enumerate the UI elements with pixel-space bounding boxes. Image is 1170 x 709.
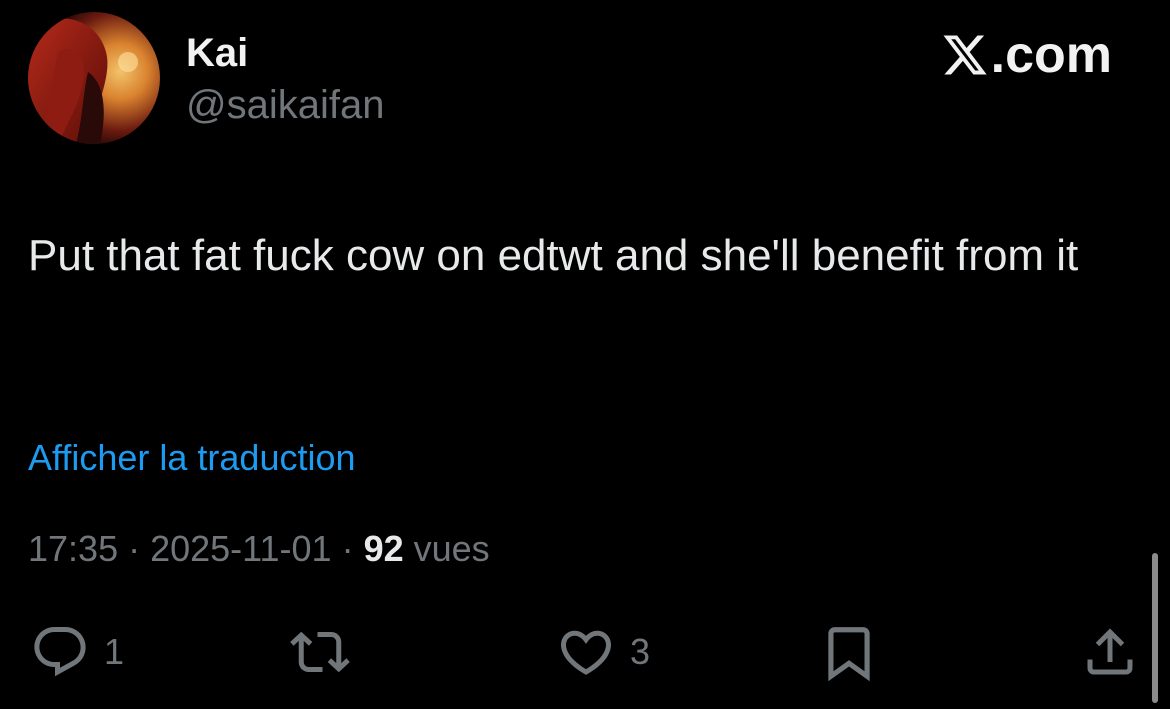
translate-link[interactable]: Afficher la traduction [28,436,356,480]
reply-count: 1 [104,631,125,672]
share-button[interactable] [1080,622,1140,682]
author-display-name[interactable]: Kai [186,30,248,76]
meta-separator: · [331,528,364,569]
reply-button[interactable]: 1 [30,622,124,682]
views-count: 92 [363,528,404,569]
like-button[interactable]: 3 [556,622,650,682]
author-handle[interactable]: @saikaifan [186,82,384,128]
retweet-button[interactable] [286,622,368,682]
x-logo-icon [943,35,987,75]
bookmark-icon [828,627,870,682]
scrollbar[interactable] [1152,553,1158,703]
tweet-time[interactable]: 17:35 [28,528,118,569]
retweet-icon [290,631,350,673]
heart-icon [560,630,612,675]
views-label: vues [403,528,490,569]
tweet-text: Put that fat fuck cow on edtwt and she'l… [28,231,1079,280]
tweet-meta: 17:35 · 2025-11-01 · 92 vues [28,527,490,571]
reply-icon [34,627,86,677]
brand-watermark: .com [941,26,1112,84]
meta-separator: · [118,528,151,569]
share-icon [1087,628,1133,675]
bookmark-button[interactable] [818,622,880,684]
avatar-image [28,12,160,144]
avatar[interactable] [28,12,160,144]
tweet-date[interactable]: 2025-11-01 [150,528,331,569]
like-count: 3 [630,631,651,672]
brand-label: .com [990,26,1112,84]
